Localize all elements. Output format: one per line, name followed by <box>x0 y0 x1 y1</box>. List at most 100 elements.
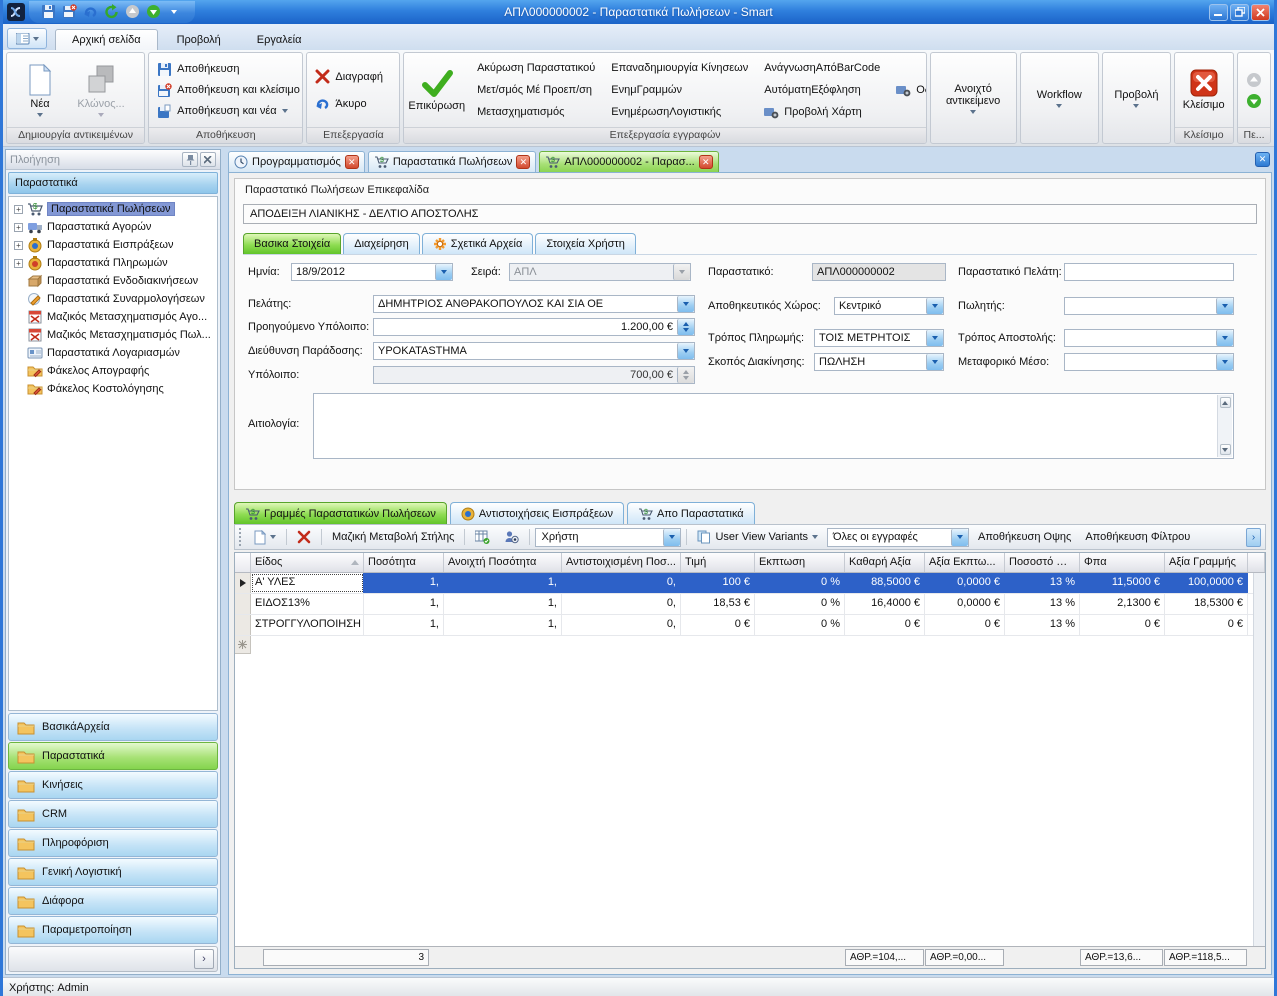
movement-purpose-combo[interactable]: ΠΩΛΗΣΗ <box>814 353 944 371</box>
shipping-method-combo[interactable] <box>1064 329 1234 347</box>
tree-item-sales-documents[interactable]: + $ Παραστατικά Πωλήσεων <box>12 200 217 218</box>
record-down-icon[interactable] <box>1246 93 1262 109</box>
grid-cell[interactable]: 88,5000 € <box>845 573 925 593</box>
tree-item-assembly-documents[interactable]: Παραστατικά Συναρμολογήσεων <box>12 290 217 308</box>
salesman-combo[interactable] <box>1064 297 1234 315</box>
grid-cell[interactable]: 0,0000 € <box>925 594 1005 614</box>
grid-cell[interactable]: 100 € <box>681 573 755 593</box>
module-miscellaneous[interactable]: Διάφορα <box>8 887 218 915</box>
document-type-field[interactable]: ΑΠΟΔΕΙΞΗ ΛΙΑΝΙΚΗΣ - ΔΕΛΤΙΟ ΑΠΟΣΤΟΛΗΣ <box>243 204 1257 224</box>
reason-textarea[interactable] <box>313 393 1234 459</box>
module-crm[interactable]: CRM <box>8 800 218 828</box>
ribbon-tab-tools[interactable]: Εργαλεία <box>240 29 319 50</box>
customer-combo[interactable]: ΔΗΜΗΤΡΙΟΣ ΑΝΘΡΑΚΟΠΟΥΛΟΣ ΚΑΙ ΣΙΑ ΟΕ <box>373 295 695 313</box>
grid-cell[interactable]: 0 € <box>845 615 925 635</box>
expand-stack-button[interactable]: › <box>194 949 214 969</box>
close-document-icon[interactable]: ✕ <box>1255 152 1270 167</box>
minimize-button[interactable] <box>1209 4 1228 21</box>
save-and-new-button[interactable]: Αποθήκευση και νέα <box>153 103 303 120</box>
tab-related-files[interactable]: Σχετικά Αρχεία <box>422 233 534 254</box>
save-filter-button[interactable]: Αποθήκευση Φίλτρου <box>1080 527 1195 547</box>
ribbon-tab-view[interactable]: Προβολή <box>160 29 238 50</box>
column-header-open-quantity[interactable]: Ανοιχτή Ποσότητα <box>444 553 562 572</box>
column-header-quantity[interactable]: Ποσότητα <box>364 553 444 572</box>
column-header-vat-percent[interactable]: Ποσοστό Φπα <box>1005 553 1080 572</box>
grid-user-view-button[interactable] <box>499 527 524 547</box>
delete-line-button[interactable] <box>292 527 316 547</box>
grid-cell[interactable]: 0,0000 € <box>925 573 1005 593</box>
tree-item-purchase-documents[interactable]: + Παραστατικά Αγορών <box>12 218 217 236</box>
grid-row[interactable]: ΕΙΔΟΣ13% 1, 1, 0, 18,53 € 0 % 16,4000 € … <box>235 594 1265 615</box>
transform-button[interactable]: Μετασχηματισμός <box>473 105 599 119</box>
tree-item-receipt-documents[interactable]: + Παραστατικά Εισπράξεων <box>12 236 217 254</box>
doc-tab-scheduling[interactable]: Προγραμματισμός ✕ <box>228 151 365 172</box>
save-icon[interactable] <box>39 3 57 21</box>
column-header-net-value[interactable]: Καθαρή Αξία <box>845 553 925 572</box>
doc-tab-sales-documents[interactable]: $ Παραστατικά Πωλήσεων ✕ <box>368 151 537 172</box>
grid-new-row[interactable] <box>235 636 1265 654</box>
cancel-document-button[interactable]: Ακύρωση Παραστατικού <box>473 61 599 75</box>
cancel-button[interactable]: Άκυρο <box>311 95 387 112</box>
textarea-scrollbar[interactable] <box>1217 395 1232 457</box>
grid-cell[interactable]: 0 € <box>1165 615 1248 635</box>
grid-cell[interactable]: 0 % <box>755 615 845 635</box>
grid-cell[interactable]: 1, <box>364 615 444 635</box>
grid-cell[interactable]: 2,1300 € <box>1080 594 1165 614</box>
auto-payoff-button[interactable]: ΑυτόματηΕξόφληση <box>760 83 884 97</box>
tab-from-documents[interactable]: $ Απο Παραστατικά <box>627 502 755 524</box>
module-movements[interactable]: Κινήσεις <box>8 771 218 799</box>
open-object-button[interactable]: Ανοιχτό αντικείμενο <box>935 55 1012 141</box>
user-view-variants-button[interactable]: User View Variants <box>692 527 823 547</box>
column-header-vat[interactable]: Φπα <box>1080 553 1165 572</box>
nav-down-icon[interactable] <box>144 3 162 21</box>
workflow-button[interactable]: Workflow <box>1025 55 1095 141</box>
close-tab-icon[interactable]: ✕ <box>516 155 530 169</box>
new-button[interactable]: Νέα <box>11 55 69 125</box>
tree-item-costing-folder[interactable]: Φάκελος Κοστολόγησης <box>12 380 217 398</box>
view-selector-combo[interactable]: Χρήστη <box>535 528 681 547</box>
grid-cell[interactable]: 11,5000 € <box>1080 573 1165 593</box>
close-object-button[interactable]: Κλείσιμο <box>1179 55 1229 125</box>
save-view-button[interactable]: Αποθήκευση Οψης <box>973 527 1076 547</box>
grid-cell[interactable]: Α' ΥΛΕΣ <box>251 573 364 593</box>
prev-balance-field[interactable]: 1.200,00 € <box>373 318 695 336</box>
delivery-address-combo[interactable]: YPOKATASTHMA <box>373 342 695 360</box>
grid-cell[interactable]: ΕΙΔΟΣ13% <box>251 594 364 614</box>
grid-cell[interactable]: 18,53 € <box>681 594 755 614</box>
expand-icon[interactable]: + <box>14 241 23 250</box>
grid-cell[interactable]: 0 % <box>755 573 845 593</box>
tree-item-mass-transform-purchases[interactable]: Μαζικός Μετασχηματισμός Αγο... <box>12 308 217 326</box>
tab-receipt-matching[interactable]: Αντιστοιχήσεις Εισπράξεων <box>450 502 624 524</box>
grid-cell[interactable]: 0, <box>562 594 681 614</box>
transport-means-combo[interactable] <box>1064 353 1234 371</box>
column-header-matched-quantity[interactable]: Αντιστοιχισμένη Ποσ... <box>562 553 681 572</box>
column-header-price[interactable]: Τιμή <box>681 553 755 572</box>
tree-item-payment-documents[interactable]: + Παραστατικά Πληρωμών <box>12 254 217 272</box>
expand-icon[interactable]: + <box>14 223 23 232</box>
grid-cell[interactable]: 1, <box>364 594 444 614</box>
warehouse-combo[interactable]: Κεντρικό <box>834 297 944 315</box>
tree-item-internal-movements[interactable]: Παραστατικά Ενδοδιακινήσεων <box>12 272 217 290</box>
grid-cell[interactable]: 100,0000 € <box>1165 573 1248 593</box>
grid-cell[interactable]: 1, <box>364 573 444 593</box>
mass-change-column-button[interactable]: Μαζική Μεταβολή Στήλης <box>327 527 459 547</box>
grid-cell[interactable]: 13 % <box>1005 615 1080 635</box>
application-menu-button[interactable] <box>7 28 47 49</box>
column-header-discount[interactable]: Εκπτωση <box>755 553 845 572</box>
grid-export-button[interactable] <box>470 527 495 547</box>
grid-cell[interactable]: 1, <box>444 594 562 614</box>
directions-from-hq-button[interactable]: ΟδηγίεςΑποΕδρα <box>892 83 927 98</box>
module-parameterization[interactable]: Παραμετροποίηση <box>8 916 218 944</box>
pin-icon[interactable] <box>182 152 198 167</box>
refresh-icon[interactable] <box>102 3 120 21</box>
grid-cell[interactable]: 0 € <box>681 615 755 635</box>
grid-cell[interactable]: 13 % <box>1005 573 1080 593</box>
payment-method-combo[interactable]: ΤΟΙΣ ΜΕΤΡΗΤΟΙΣ <box>814 329 944 347</box>
view-button[interactable]: Προβολή <box>1107 55 1166 141</box>
expand-icon[interactable]: + <box>14 259 23 268</box>
delete-button[interactable]: Διαγραφή <box>311 68 387 85</box>
records-filter-combo[interactable]: Όλες οι εγγραφές <box>827 528 969 547</box>
grid-cell[interactable]: 13 % <box>1005 594 1080 614</box>
grid-cell[interactable]: 18,5300 € <box>1165 594 1248 614</box>
grid-cell[interactable]: 0 € <box>925 615 1005 635</box>
